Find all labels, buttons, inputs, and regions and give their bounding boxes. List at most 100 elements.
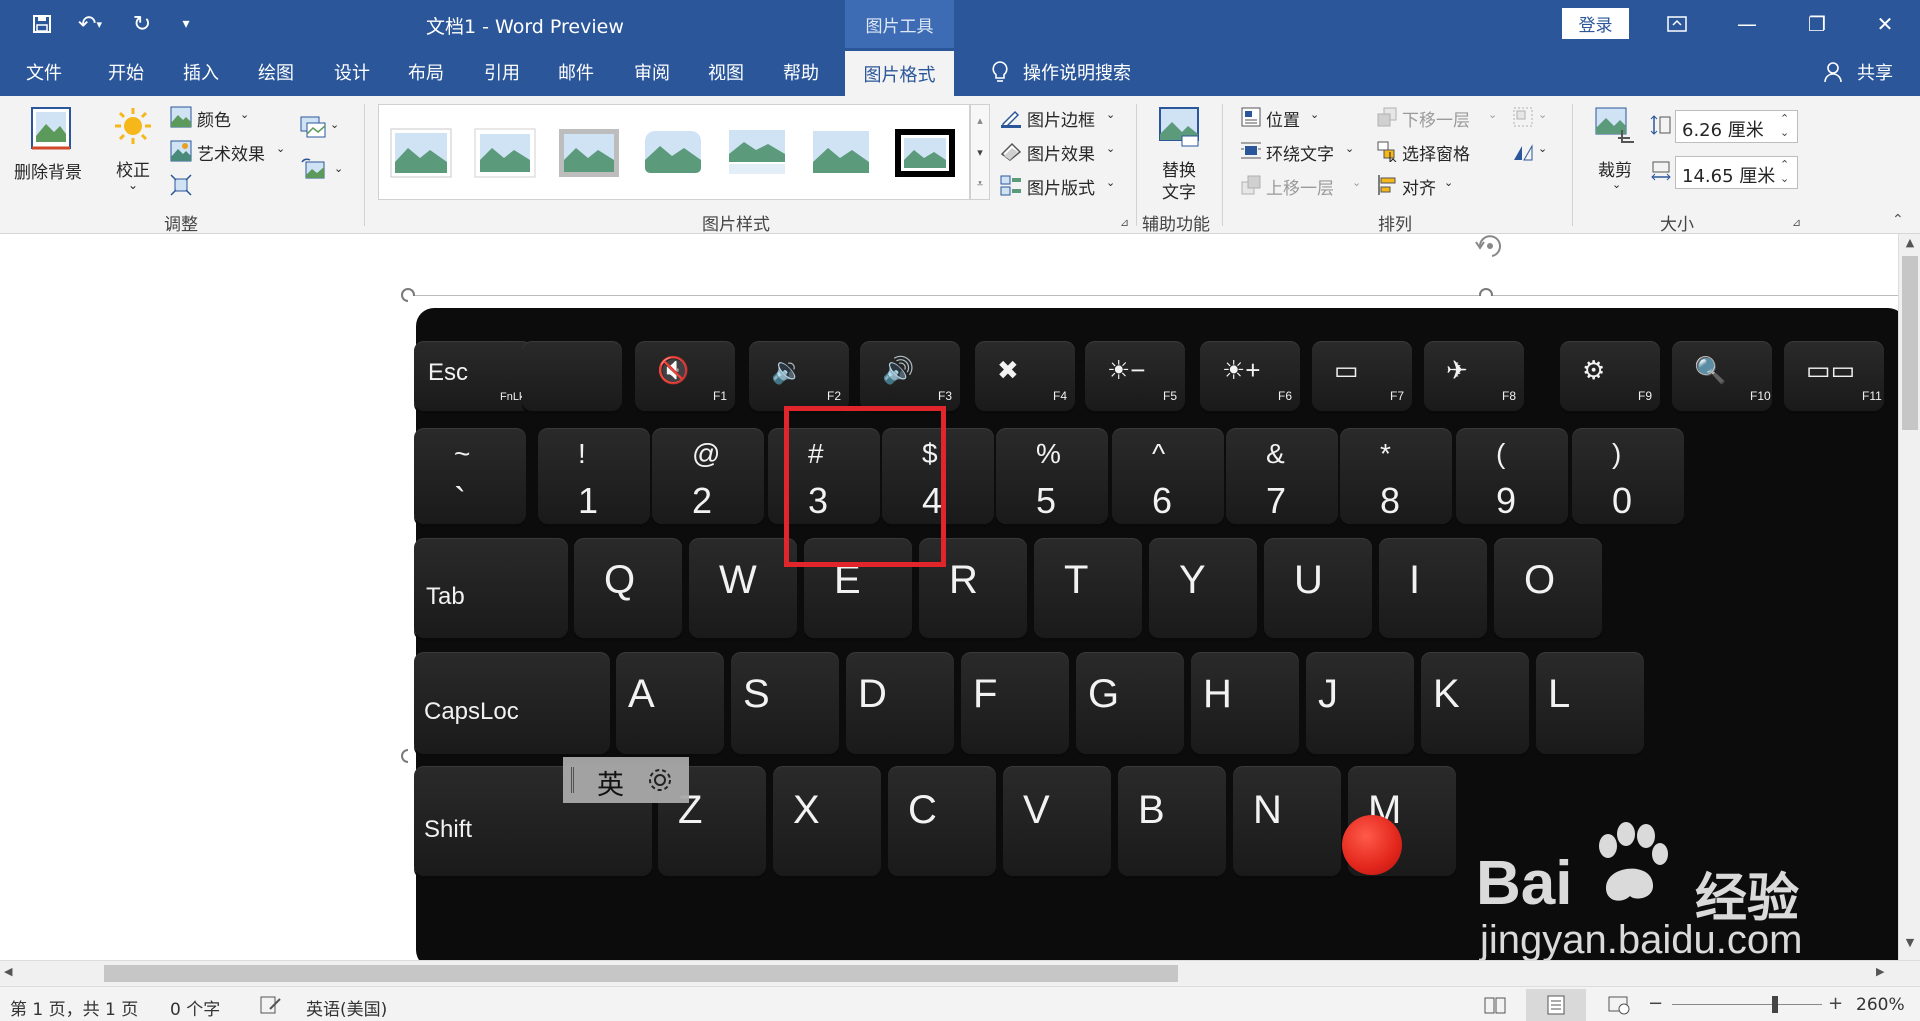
style-thumbnail[interactable]	[471, 125, 539, 181]
alt-text-button-line2[interactable]: 文字	[1162, 178, 1196, 203]
remove-background-button[interactable]: 删除背景	[14, 158, 82, 183]
size-launcher-icon[interactable]: ⊿	[1792, 216, 1801, 229]
picture-border-button[interactable]: 图片边框	[1027, 106, 1095, 131]
close-icon[interactable]: ✕	[1850, 0, 1920, 48]
rotate-icon[interactable]	[1512, 140, 1534, 162]
share-button[interactable]: 共享	[1850, 48, 1900, 96]
collapse-ribbon-icon[interactable]: ⌃	[1892, 212, 1904, 228]
change-picture-dropdown-icon[interactable]: ⌄	[330, 118, 339, 131]
ime-toolbar[interactable]: 英	[563, 757, 689, 803]
ime-mode-label[interactable]: 英	[597, 763, 624, 802]
picture-layout-button[interactable]: 图片版式	[1027, 174, 1095, 199]
artistic-effects-icon[interactable]	[170, 140, 192, 162]
compress-pictures-icon[interactable]	[170, 174, 192, 196]
position-button[interactable]: 位置	[1266, 106, 1300, 131]
scroll-left-icon[interactable]: ◀	[4, 965, 12, 978]
style-thumbnail[interactable]	[723, 125, 791, 181]
scroll-up-icon[interactable]: ▲	[1901, 236, 1919, 254]
wrap-text-dropdown-icon[interactable]: ⌄	[1345, 142, 1354, 155]
tab-help[interactable]: 帮助	[765, 48, 837, 96]
print-layout-view[interactable]	[1526, 989, 1586, 1021]
tab-references[interactable]: 引用	[466, 48, 538, 96]
tab-insert[interactable]: 插入	[165, 48, 237, 96]
picture-styles-launcher-icon[interactable]: ⊿	[1120, 216, 1129, 229]
tab-file[interactable]: 文件	[8, 48, 80, 96]
login-button[interactable]: 登录	[1562, 8, 1629, 39]
artistic-effects-dropdown-icon[interactable]: ⌄	[276, 142, 285, 155]
zoom-level[interactable]: 260%	[1856, 995, 1905, 1015]
undo-icon[interactable]: ↶ ▾	[68, 8, 112, 40]
reset-picture-icon[interactable]	[300, 158, 326, 180]
language-status[interactable]: 英语(美国)	[306, 995, 387, 1020]
color-dropdown-icon[interactable]: ⌄	[240, 108, 249, 121]
gallery-more-icon[interactable]: ⩡	[971, 169, 989, 199]
minimize-icon[interactable]: —	[1712, 0, 1782, 48]
picture-effects-icon[interactable]	[1000, 140, 1022, 162]
ribbon-display-options-icon[interactable]	[1642, 0, 1712, 48]
wrap-text-button[interactable]: 环绕文字	[1266, 140, 1334, 165]
crop-icon[interactable]	[1594, 106, 1636, 148]
save-icon[interactable]	[26, 8, 58, 40]
share-user-icon[interactable]	[1818, 48, 1848, 96]
picture-effects-button[interactable]: 图片效果	[1027, 140, 1095, 165]
picture-effects-dropdown-icon[interactable]: ⌄	[1106, 142, 1115, 155]
style-thumbnail[interactable]	[639, 125, 707, 181]
gallery-scroll[interactable]: ▴ ▾ ⩡	[970, 104, 990, 200]
selection-pane-button[interactable]: 选择窗格	[1402, 140, 1470, 165]
web-layout-icon[interactable]	[1608, 995, 1630, 1015]
change-picture-icon[interactable]	[300, 116, 326, 138]
corrections-icon[interactable]	[113, 106, 153, 146]
customize-quick-access-icon[interactable]: ▾	[170, 8, 202, 40]
gallery-down-icon[interactable]: ▾	[971, 137, 989, 169]
ime-drag-handle[interactable]	[571, 767, 574, 793]
zoom-out-icon[interactable]: −	[1648, 993, 1663, 1014]
gallery-up-icon[interactable]: ▴	[971, 105, 989, 137]
horizontal-scroll-thumb[interactable]	[104, 965, 1178, 982]
reset-picture-dropdown-icon[interactable]: ⌄	[334, 162, 343, 175]
style-thumbnail[interactable]	[807, 125, 875, 181]
corrections-dropdown-icon[interactable]: ⌄	[128, 178, 138, 192]
style-thumbnail[interactable]	[387, 125, 455, 181]
proofing-icon[interactable]	[260, 995, 282, 1015]
align-button[interactable]: 对齐	[1402, 174, 1436, 199]
rotate-handle-icon[interactable]	[1470, 232, 1510, 262]
tell-me-search[interactable]: 操作说明搜索	[1012, 48, 1142, 96]
wrap-text-icon[interactable]	[1240, 140, 1262, 162]
style-thumbnail[interactable]	[891, 125, 959, 181]
tab-review[interactable]: 审阅	[616, 48, 688, 96]
selection-pane-icon[interactable]	[1376, 140, 1398, 162]
remove-background-icon[interactable]	[30, 106, 72, 150]
position-dropdown-icon[interactable]: ⌄	[1310, 108, 1319, 121]
position-icon[interactable]	[1240, 106, 1262, 128]
tab-draw[interactable]: 绘图	[240, 48, 312, 96]
tab-design[interactable]: 设计	[316, 48, 388, 96]
tab-picture-format[interactable]: 图片格式	[845, 48, 954, 96]
scroll-down-icon[interactable]: ▼	[1901, 936, 1919, 954]
vertical-scrollbar[interactable]: ▲ ▼	[1898, 234, 1920, 960]
width-spinner-icon[interactable]: ⌃ ⌄	[1780, 158, 1789, 186]
artistic-effects-button[interactable]: 艺术效果	[197, 140, 265, 165]
page-count[interactable]: 第 1 页，共 1 页	[10, 995, 138, 1020]
rotate-dropdown-icon[interactable]: ⌄	[1538, 142, 1547, 155]
ime-settings-gear-icon[interactable]	[645, 765, 675, 795]
restore-icon[interactable]: ❐	[1782, 0, 1852, 48]
tab-layout[interactable]: 布局	[390, 48, 462, 96]
align-icon[interactable]	[1376, 174, 1398, 196]
color-icon[interactable]	[170, 106, 192, 128]
crop-dropdown-icon[interactable]: ⌄	[1612, 178, 1621, 191]
horizontal-scrollbar[interactable]: ◀ ▶	[0, 960, 1920, 986]
zoom-slider-thumb[interactable]	[1772, 996, 1778, 1013]
style-thumbnail[interactable]	[555, 125, 623, 181]
height-spinner-icon[interactable]: ⌃ ⌄	[1780, 112, 1789, 140]
picture-layout-icon[interactable]	[1000, 174, 1022, 196]
alt-text-icon[interactable]	[1158, 106, 1200, 148]
word-count[interactable]: 0 个字	[170, 995, 220, 1020]
read-mode-icon[interactable]	[1484, 995, 1506, 1015]
tab-view[interactable]: 视图	[690, 48, 762, 96]
redo-icon[interactable]: ↻	[126, 8, 158, 40]
tab-home[interactable]: 开始	[90, 48, 162, 96]
tab-mailings[interactable]: 邮件	[540, 48, 612, 96]
picture-border-dropdown-icon[interactable]: ⌄	[1106, 108, 1115, 121]
picture-layout-dropdown-icon[interactable]: ⌄	[1106, 176, 1115, 189]
color-button[interactable]: 颜色	[197, 106, 231, 131]
